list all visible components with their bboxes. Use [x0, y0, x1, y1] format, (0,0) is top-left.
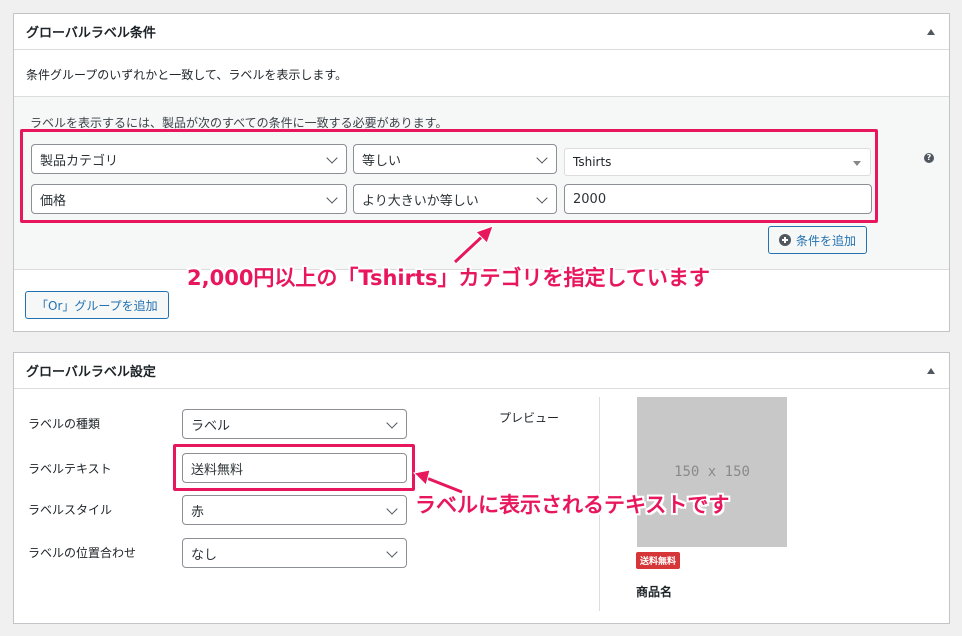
help-icon[interactable]: ? — [924, 153, 934, 163]
chevron-down-icon — [386, 417, 398, 429]
conditions-description: 条件グループのいずれかと一致して、ラベルを表示します。 — [26, 68, 348, 82]
add-or-group-label: 「Or」グループを追加 — [36, 298, 158, 313]
conditions-highlight-box — [20, 129, 878, 223]
callout-text-label-text: ラベルに表示されるテキストです — [415, 493, 730, 517]
settings-panel-title: グローバルラベル設定 — [26, 365, 156, 380]
label-type-select[interactable]: ラベル — [182, 409, 407, 439]
label-style-select[interactable]: 赤 — [182, 495, 407, 525]
label-type-label: ラベルの種類 — [28, 417, 101, 431]
preview-placeholder-image: 150 x 150 — [637, 397, 787, 547]
preview-product-name: 商品名 — [636, 585, 673, 599]
callout-arrow-label-text — [412, 469, 464, 495]
settings-panel: グローバルラベル設定 ラベルの種類 ラベル ラベルテキスト 送料無料 ラベルスタ… — [13, 352, 950, 624]
preview-badge: 送料無料 — [636, 552, 681, 569]
label-text-highlight-box — [173, 444, 415, 491]
settings-panel-header[interactable]: グローバルラベル設定 — [14, 353, 949, 389]
label-type-value: ラベル — [191, 418, 231, 434]
label-text-label: ラベルテキスト — [28, 462, 112, 476]
conditions-panel-title: グローバルラベル条件 — [26, 26, 156, 41]
label-style-value: 赤 — [191, 504, 205, 520]
callout-text-conditions: 2,000円以上の「Tshirts」カテゴリを指定しています — [187, 266, 710, 290]
add-condition-button[interactable]: 条件を追加 — [768, 226, 868, 254]
add-condition-label: 条件を追加 — [796, 233, 857, 248]
add-or-group-button[interactable]: 「Or」グループを追加 — [25, 291, 169, 319]
label-position-select[interactable]: なし — [182, 538, 407, 568]
label-position-label: ラベルの位置合わせ — [28, 546, 137, 560]
collapse-up-icon[interactable] — [927, 367, 935, 374]
collapse-up-icon[interactable] — [927, 28, 935, 35]
chevron-down-icon — [386, 546, 398, 558]
label-style-label: ラベルスタイル — [28, 503, 113, 517]
chevron-down-icon — [386, 503, 398, 515]
label-position-value: なし — [191, 547, 218, 563]
plus-circle-icon — [779, 234, 791, 246]
preview-label: プレビュー — [499, 411, 560, 425]
conditions-panel-header[interactable]: グローバルラベル条件 — [14, 14, 949, 50]
